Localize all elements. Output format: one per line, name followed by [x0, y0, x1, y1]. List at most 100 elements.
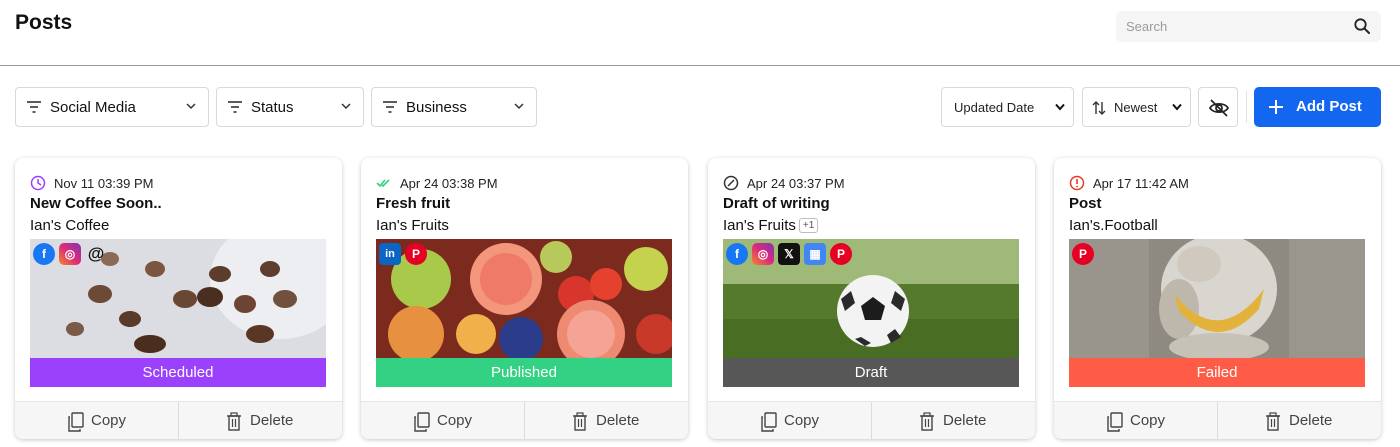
chevron-down-icon	[1172, 103, 1182, 111]
search-box[interactable]	[1116, 11, 1381, 42]
top-bar: Posts	[0, 0, 1400, 66]
delete-button[interactable]: Delete	[1218, 402, 1381, 439]
linkedin-icon: in	[379, 243, 401, 265]
post-time: Apr 24 03:38 PM	[400, 176, 498, 191]
post-image: in P	[376, 239, 672, 359]
business-name: Ian's Coffee	[30, 217, 110, 234]
copy-icon	[761, 412, 777, 432]
google-business-icon: ▦	[804, 243, 826, 265]
copy-label: Copy	[784, 412, 820, 429]
pinterest-icon: P	[830, 243, 852, 265]
copy-icon	[1107, 412, 1123, 432]
eye-off-icon	[1208, 99, 1230, 117]
copy-icon	[68, 412, 84, 432]
status-badge: Failed	[1069, 358, 1365, 387]
social-icons: in P	[379, 243, 427, 265]
delete-label: Delete	[1289, 412, 1333, 429]
post-time: Apr 24 03:37 PM	[747, 176, 845, 191]
delete-button[interactable]: Delete	[525, 402, 688, 439]
post-time: Nov 11 03:39 PM	[54, 176, 154, 191]
delete-button[interactable]: Delete	[179, 402, 342, 439]
copy-button[interactable]: Copy	[361, 402, 524, 439]
pinterest-icon: P	[405, 243, 427, 265]
compass-icon	[723, 175, 739, 191]
chevron-down-icon	[514, 103, 524, 110]
sort-order-value: Newest	[1114, 100, 1158, 115]
post-title: Draft of writing	[723, 195, 830, 212]
social-icons: P	[1072, 243, 1094, 265]
post-image: f ◎ @	[30, 239, 326, 359]
delete-label: Delete	[250, 412, 294, 429]
filter-icon	[228, 101, 242, 113]
sort-arrows-icon	[1092, 101, 1106, 115]
copy-button[interactable]: Copy	[1054, 402, 1217, 439]
card-footer: Copy Delete	[708, 401, 1035, 439]
pinterest-icon: P	[1072, 243, 1094, 265]
filter-label: Social Media	[50, 99, 136, 116]
post-business: Ian's Coffee	[30, 217, 109, 234]
post-image: f ◎ 𝕏 ▦ P	[723, 239, 1019, 359]
chevron-down-icon	[341, 103, 351, 110]
post-title: New Coffee Soon..	[30, 195, 162, 212]
trash-icon	[227, 412, 241, 431]
filter-social-media[interactable]: Social Media	[15, 87, 209, 127]
toolbar-divider	[1246, 91, 1247, 123]
chevron-down-icon	[186, 103, 196, 110]
copy-button[interactable]: Copy	[15, 402, 178, 439]
business-name: Ian's Fruits	[723, 217, 796, 234]
business-name: Ian's Fruits	[376, 217, 449, 234]
search-icon[interactable]	[1353, 17, 1371, 35]
copy-icon	[414, 412, 430, 432]
trash-icon	[1266, 412, 1280, 431]
copy-label: Copy	[91, 412, 127, 429]
clock-icon	[30, 175, 46, 191]
delete-label: Delete	[943, 412, 987, 429]
filter-status[interactable]: Status	[216, 87, 364, 127]
social-icons: f ◎ @	[33, 243, 107, 265]
post-title: Fresh fruit	[376, 195, 451, 212]
add-post-label: Add Post	[1296, 98, 1362, 115]
post-card[interactable]: Apr 24 03:37 PM Draft of writing Ian's F…	[708, 158, 1035, 439]
extra-business-count: +1	[798, 218, 819, 233]
delete-button[interactable]: Delete	[872, 402, 1035, 439]
sort-order-select[interactable]: Newest	[1082, 87, 1191, 127]
facebook-icon: f	[726, 243, 748, 265]
post-time: Apr 17 11:42 AM	[1093, 176, 1189, 191]
x-icon: 𝕏	[778, 243, 800, 265]
post-card[interactable]: Apr 24 03:38 PM Fresh fruit Ian's Fruits…	[361, 158, 688, 439]
post-card[interactable]: Nov 11 03:39 PM New Coffee Soon.. Ian's …	[15, 158, 342, 439]
status-badge: Published	[376, 358, 672, 387]
sort-field-select[interactable]: Updated Date	[941, 87, 1074, 127]
post-image: P	[1069, 239, 1365, 359]
chevron-down-icon	[1055, 103, 1065, 111]
filter-business[interactable]: Business	[371, 87, 537, 127]
plus-icon	[1269, 100, 1283, 114]
filter-icon	[27, 101, 41, 113]
instagram-icon: ◎	[59, 243, 81, 265]
post-business: Ian's.Football	[1069, 217, 1158, 234]
post-card[interactable]: Apr 17 11:42 AM Post Ian's.Football P Fa…	[1054, 158, 1381, 439]
facebook-icon: f	[33, 243, 55, 265]
dog-image	[1069, 239, 1365, 359]
threads-icon: @	[87, 244, 105, 263]
status-badge: Scheduled	[30, 358, 326, 387]
copy-button[interactable]: Copy	[708, 402, 871, 439]
filter-icon	[383, 101, 397, 113]
post-title: Post	[1069, 195, 1102, 212]
page-title: Posts	[15, 11, 73, 34]
card-footer: Copy Delete	[1054, 401, 1381, 439]
delete-label: Delete	[596, 412, 640, 429]
card-footer: Copy Delete	[361, 401, 688, 439]
alert-circle-icon	[1069, 175, 1085, 191]
sort-field-value: Updated Date	[954, 100, 1035, 115]
post-business: Ian's Fruits +1	[723, 217, 819, 234]
add-post-button[interactable]: Add Post	[1254, 87, 1381, 127]
toggle-visibility-button[interactable]	[1198, 87, 1238, 127]
status-badge: Draft	[723, 358, 1019, 387]
trash-icon	[573, 412, 587, 431]
copy-label: Copy	[437, 412, 473, 429]
post-business: Ian's Fruits	[376, 217, 449, 234]
search-input[interactable]	[1116, 11, 1346, 42]
card-footer: Copy Delete	[15, 401, 342, 439]
instagram-icon: ◎	[752, 243, 774, 265]
